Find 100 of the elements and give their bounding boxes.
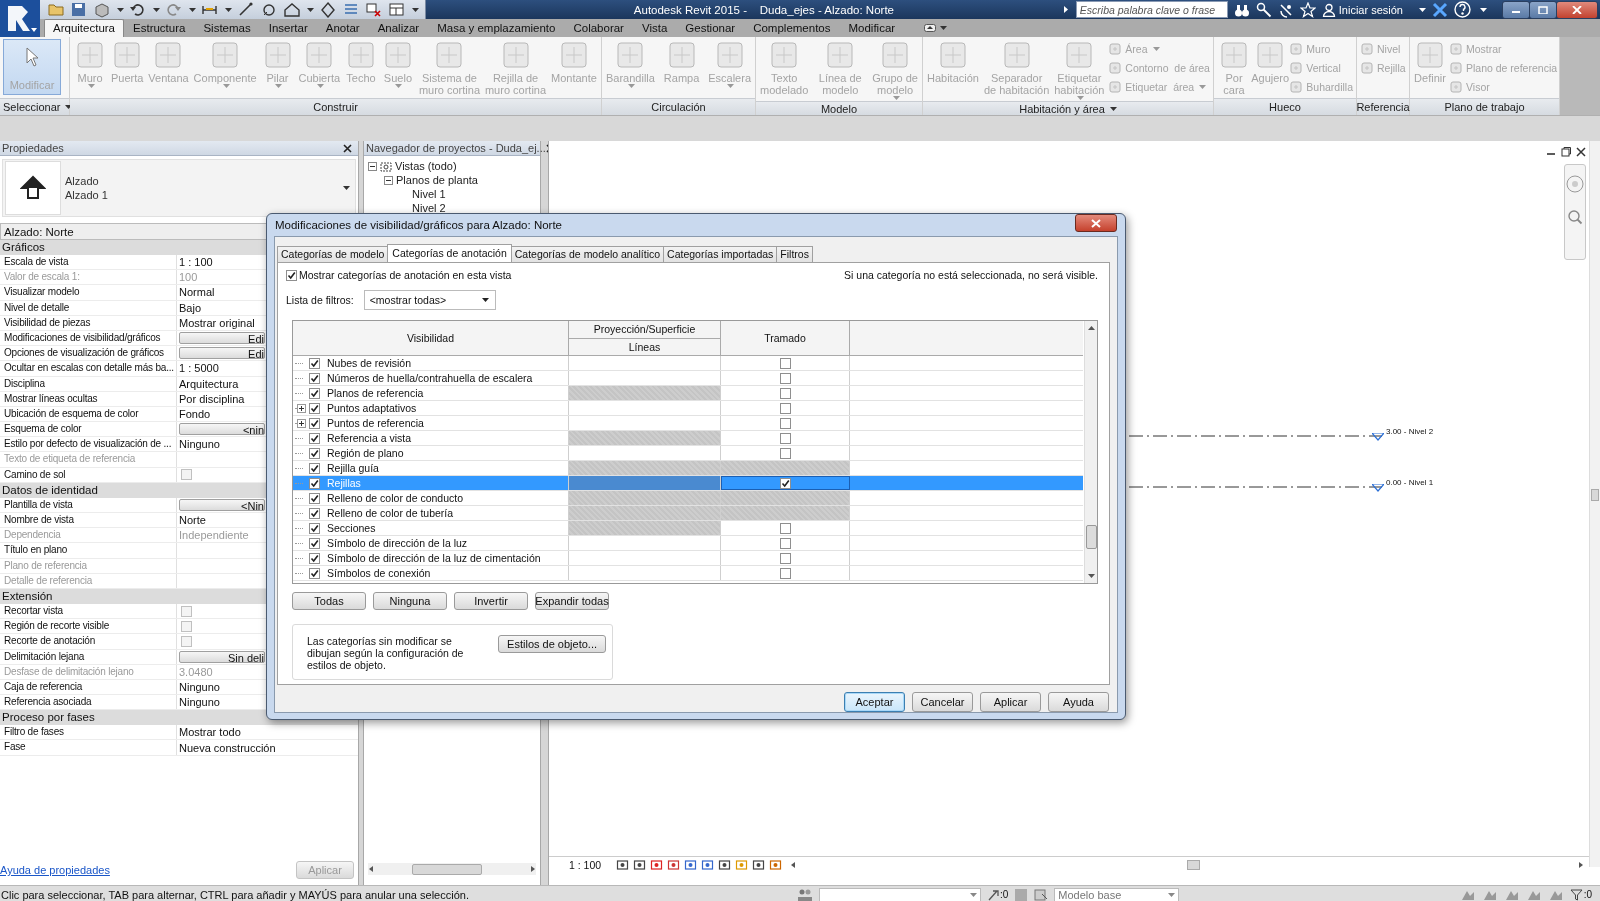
caret-icon[interactable] <box>189 7 196 12</box>
checkbox[interactable] <box>181 605 192 617</box>
help-icon[interactable] <box>1454 1 1472 18</box>
caret-icon[interactable] <box>153 7 160 12</box>
checkbox[interactable] <box>309 522 320 534</box>
scrollbar[interactable] <box>1084 321 1097 583</box>
dialog-tab[interactable]: Categorías de modelo analítico <box>510 246 665 262</box>
panel-title[interactable]: Habitación y área <box>923 101 1213 115</box>
expander-icon[interactable] <box>368 161 377 171</box>
key-icon[interactable] <box>1255 1 1272 18</box>
dialog-tab[interactable]: Filtros <box>776 246 813 262</box>
scrollbar[interactable] <box>368 863 536 875</box>
windows-icon[interactable] <box>365 1 382 18</box>
dialog-button[interactable]: Aceptar <box>844 692 905 712</box>
ribbon-tab[interactable]: Analizar <box>368 19 429 37</box>
action-button[interactable]: Invertir <box>454 592 528 610</box>
minimize-button[interactable] <box>1502 0 1530 19</box>
column-header[interactable]: Proyección/Superficie <box>569 321 720 339</box>
panel-title[interactable]: Plano de trabajo <box>1410 98 1559 115</box>
edit-button[interactable]: <Nin <box>179 498 265 511</box>
panel-title[interactable]: Hueco <box>1214 98 1356 115</box>
checkbox[interactable] <box>309 402 320 414</box>
checkbox[interactable] <box>181 469 192 481</box>
help-link[interactable]: Ayuda de propiedades <box>0 864 110 876</box>
close-icon[interactable] <box>1576 147 1586 157</box>
restore-button[interactable] <box>1529 0 1557 19</box>
tree-item[interactable]: Vistas (todo) <box>395 160 457 172</box>
checkbox[interactable] <box>309 387 320 399</box>
checkbox[interactable] <box>181 620 192 632</box>
ribbon-tab[interactable]: Masa y emplazamiento <box>428 19 565 37</box>
close-icon[interactable] <box>343 143 352 153</box>
sign-in-button[interactable]: Iniciar sesión <box>1321 2 1411 17</box>
panel-title[interactable]: Circulación <box>602 98 755 115</box>
checkbox[interactable] <box>309 552 320 564</box>
checkbox[interactable] <box>779 372 791 384</box>
line-icon[interactable] <box>237 1 254 18</box>
checkbox[interactable] <box>309 357 320 369</box>
caret-icon[interactable] <box>412 7 419 12</box>
dialog-tab[interactable]: Categorías de anotación <box>387 244 512 262</box>
cross-icon[interactable] <box>1432 1 1448 18</box>
edit-button[interactable]: Sin deli <box>179 650 265 663</box>
checkbox[interactable] <box>286 269 297 281</box>
dialog-button[interactable]: Cancelar <box>912 692 973 712</box>
panel-toggle-button[interactable] <box>922 22 939 34</box>
close-button[interactable] <box>1556 0 1598 19</box>
object-styles-button[interactable]: Estilos de objeto... <box>498 635 606 653</box>
tree-item[interactable]: Nivel 1 <box>412 188 446 200</box>
checkbox[interactable] <box>779 417 791 429</box>
edit-button[interactable]: <nin <box>179 423 265 436</box>
expander-icon[interactable] <box>384 175 393 185</box>
action-button[interactable]: Todas <box>292 592 366 610</box>
filter-count[interactable]: :0 <box>1569 888 1592 901</box>
checkbox[interactable] <box>309 432 320 444</box>
model-dropdown[interactable]: Modelo base <box>1054 887 1180 901</box>
checkbox[interactable] <box>779 402 791 414</box>
checkbox[interactable] <box>309 477 320 489</box>
ribbon-tab[interactable]: Gestionar <box>676 19 745 37</box>
ribbon-tab[interactable]: Complementos <box>744 19 840 37</box>
scroll-thumb[interactable] <box>1187 860 1201 870</box>
checkbox[interactable] <box>779 522 791 534</box>
ribbon-tab[interactable]: Insertar <box>259 19 317 37</box>
scroll-thumb[interactable] <box>1591 489 1599 501</box>
tree-item[interactable]: Nivel 2 <box>412 202 446 214</box>
restore-icon[interactable] <box>1561 147 1571 157</box>
checkbox[interactable] <box>309 462 320 474</box>
expander-icon[interactable] <box>297 418 306 428</box>
checkbox[interactable] <box>779 567 791 579</box>
checkbox[interactable] <box>309 447 320 459</box>
column-header[interactable]: Visibilidad <box>293 321 569 355</box>
checkbox[interactable] <box>779 537 791 549</box>
panel-title[interactable]: Referencia <box>1357 98 1409 115</box>
column-header[interactable]: Tramado <box>721 321 850 355</box>
caret-icon[interactable] <box>307 7 314 12</box>
save-icon[interactable] <box>70 1 87 18</box>
tile-icon[interactable] <box>388 1 405 18</box>
type-selector[interactable]: Alzado Alzado 1 <box>2 159 356 217</box>
search-field[interactable]: Escriba palabra clave o frase <box>1075 1 1228 18</box>
checkbox[interactable] <box>779 552 791 564</box>
selection-count[interactable]: :0 <box>987 888 1009 901</box>
action-button[interactable]: Ninguna <box>373 592 447 610</box>
caret-icon[interactable] <box>1480 7 1487 12</box>
expander-icon[interactable] <box>297 403 306 413</box>
ribbon-tab[interactable]: Estructura <box>124 19 195 37</box>
scrollbar[interactable] <box>1589 141 1600 867</box>
panel-title[interactable]: Seleccionar <box>0 98 69 115</box>
close-button[interactable] <box>1075 214 1117 232</box>
ribbon-tab[interactable]: Vista <box>632 19 677 37</box>
dialog-tab[interactable]: Categorías importadas <box>663 246 778 262</box>
panel-title[interactable]: Construir <box>70 98 601 115</box>
caret-icon[interactable] <box>940 26 948 30</box>
table-cell[interactable] <box>721 476 850 490</box>
checkbox[interactable] <box>779 447 791 459</box>
checkbox[interactable] <box>309 417 320 429</box>
ribbon-tab[interactable]: Arquitectura <box>44 19 124 37</box>
dialog-button[interactable]: Aplicar <box>980 692 1041 712</box>
worksets-icon[interactable] <box>797 887 813 901</box>
scale-button[interactable]: 1 : 100 <box>569 859 602 871</box>
caret-icon[interactable] <box>117 7 124 12</box>
ribbon-tab[interactable]: Sistemas <box>194 19 260 37</box>
dialog-button[interactable]: Ayuda <box>1048 692 1109 712</box>
